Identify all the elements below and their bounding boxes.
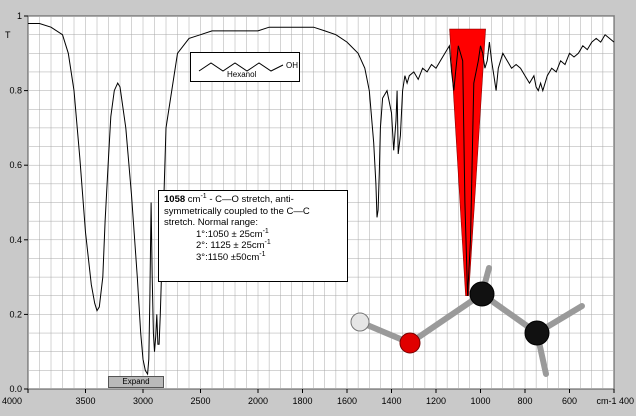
y-tick-label: 1 — [17, 11, 22, 21]
y-axis-title: T — [5, 30, 11, 40]
y-tick-label: 0.6 — [9, 160, 22, 170]
molecule-functional-group: OH — [286, 61, 298, 70]
y-tick-label: 0.4 — [9, 235, 22, 245]
y-tick-label: 0.0 — [9, 384, 22, 394]
x-tick-label: 1000 — [470, 396, 490, 406]
x-tick-label: 3500 — [75, 396, 95, 406]
expand-button[interactable]: Expand — [108, 376, 164, 388]
molecule-name: Hexanol — [227, 70, 257, 79]
annotation-line-2: symmetrically coupled to the C—C — [164, 205, 310, 217]
carbon-atom — [524, 320, 550, 346]
oxygen-atom — [399, 332, 421, 354]
tertiary-range: 3°:1150 ±50cm-1 — [196, 250, 266, 263]
x-tick-label: 3000 — [133, 396, 153, 406]
x-tick-label: 600 — [562, 396, 577, 406]
y-tick-label: 0.2 — [9, 309, 22, 319]
x-tick-label: 1200 — [426, 396, 446, 406]
x-tick-label: 800 — [517, 396, 532, 406]
annotation-box: 1058 cm-1 - C—O stretch, anti- symmetric… — [158, 190, 348, 282]
annotation-line-3: stretch. Normal range: — [164, 217, 258, 228]
carbon-atom — [469, 281, 495, 307]
annotation-wavenumber: 1058 — [164, 194, 186, 205]
y-tick-label: 0.8 — [9, 86, 22, 96]
x-tick-label: 1400 — [381, 396, 401, 406]
spectrum-window: 0.0 0.2 0.4 0.6 0.8 1 4000 3500 3000 2500 2000 1800… — [0, 0, 636, 416]
x-tick-label: cm-1 400 — [596, 396, 634, 406]
annotation-line-1: 1058 cm-1 - C—O stretch, anti- — [164, 192, 294, 205]
primary-range: 1°:1050 ± 25cm-1 — [196, 227, 269, 240]
molecule-structure-box: Hexanol OH — [190, 52, 300, 82]
x-tick-label: 2000 — [248, 396, 268, 406]
hydrogen-atom — [350, 312, 370, 332]
x-tick-label: 2500 — [190, 396, 210, 406]
x-tick-label: 1600 — [337, 396, 357, 406]
x-tick-label: 4000 — [2, 396, 22, 406]
secondary-range: 2°: 1125 ± 25cm-1 — [196, 238, 271, 251]
x-tick-label: 1800 — [292, 396, 312, 406]
